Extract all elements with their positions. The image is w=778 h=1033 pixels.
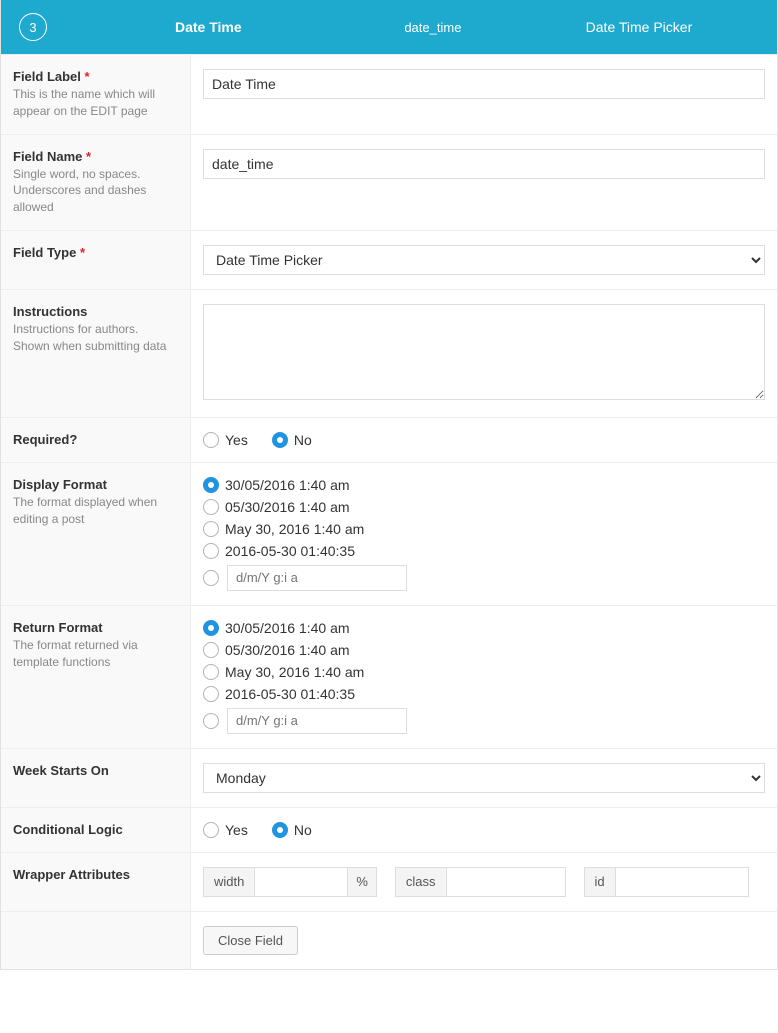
display-format-option-2[interactable]: May 30, 2016 1:40 am [203, 521, 765, 537]
return-format-label-cell: Return Format The format returned via te… [1, 606, 191, 748]
wrapper-id-input[interactable] [615, 867, 749, 897]
return-format-option-label: 30/05/2016 1:40 am [225, 620, 350, 636]
return-format-option-0[interactable]: 30/05/2016 1:40 am [203, 620, 765, 636]
radio-icon [203, 642, 219, 658]
return-format-option-label: 05/30/2016 1:40 am [225, 642, 350, 658]
field-order-number: 3 [19, 13, 47, 41]
radio-icon [203, 686, 219, 702]
return-format-option-2[interactable]: May 30, 2016 1:40 am [203, 664, 765, 680]
wrapper-id-label: id [584, 867, 615, 897]
footer-label-cell [1, 912, 191, 969]
radio-icon [203, 477, 219, 493]
field-label-input[interactable] [203, 69, 765, 99]
wrapper-width-label: width [203, 867, 254, 897]
header-field-label: Date Time [61, 19, 356, 35]
wrapper-attributes-label-cell: Wrapper Attributes [1, 853, 191, 911]
radio-icon [203, 713, 219, 729]
field-name-label-cell: Field Name * Single word, no spaces. Und… [1, 135, 191, 230]
return-format-option-custom[interactable] [203, 708, 765, 734]
display-format-option-label: 05/30/2016 1:40 am [225, 499, 350, 515]
conditional-yes-option[interactable]: Yes [203, 822, 248, 838]
return-format-custom-input[interactable] [227, 708, 407, 734]
header-field-name: date_time [356, 20, 585, 35]
return-format-option-3[interactable]: 2016-05-30 01:40:35 [203, 686, 765, 702]
required-no-label: No [294, 432, 312, 448]
required-no-option[interactable]: No [272, 432, 312, 448]
radio-icon [203, 543, 219, 559]
field-type-label-cell: Field Type * [1, 231, 191, 289]
display-format-option-0[interactable]: 30/05/2016 1:40 am [203, 477, 765, 493]
wrapper-class-input[interactable] [446, 867, 566, 897]
header-field-type: Date Time Picker [586, 19, 767, 35]
return-format-option-label: 2016-05-30 01:40:35 [225, 686, 355, 702]
display-format-custom-input[interactable] [227, 565, 407, 591]
instructions-textarea[interactable] [203, 304, 765, 400]
field-name-input[interactable] [203, 149, 765, 179]
wrapper-class-label: class [395, 867, 446, 897]
radio-icon [272, 822, 288, 838]
radio-icon [203, 620, 219, 636]
display-format-option-label: May 30, 2016 1:40 am [225, 521, 364, 537]
conditional-logic-label-cell: Conditional Logic [1, 808, 191, 852]
radio-icon [203, 822, 219, 838]
display-format-label-cell: Display Format The format displayed when… [1, 463, 191, 605]
display-format-option-custom[interactable] [203, 565, 765, 591]
display-format-option-1[interactable]: 05/30/2016 1:40 am [203, 499, 765, 515]
close-field-button[interactable]: Close Field [203, 926, 298, 955]
required-yes-option[interactable]: Yes [203, 432, 248, 448]
display-format-option-3[interactable]: 2016-05-30 01:40:35 [203, 543, 765, 559]
radio-icon [203, 432, 219, 448]
radio-icon [203, 499, 219, 515]
wrapper-width-input[interactable] [254, 867, 348, 897]
return-format-option-1[interactable]: 05/30/2016 1:40 am [203, 642, 765, 658]
conditional-no-option[interactable]: No [272, 822, 312, 838]
field-type-select[interactable]: Date Time Picker [203, 245, 765, 275]
radio-icon [203, 570, 219, 586]
radio-icon [203, 521, 219, 537]
required-yes-label: Yes [225, 432, 248, 448]
instructions-label-cell: Instructions Instructions for authors. S… [1, 290, 191, 417]
return-format-option-label: May 30, 2016 1:40 am [225, 664, 364, 680]
display-format-option-label: 2016-05-30 01:40:35 [225, 543, 355, 559]
display-format-option-label: 30/05/2016 1:40 am [225, 477, 350, 493]
required-label-cell: Required? [1, 418, 191, 462]
radio-icon [203, 664, 219, 680]
week-starts-label-cell: Week Starts On [1, 749, 191, 807]
week-starts-select[interactable]: Monday [203, 763, 765, 793]
field-label-label-cell: Field Label * This is the name which wil… [1, 55, 191, 134]
wrapper-width-suffix: % [348, 867, 377, 897]
conditional-no-label: No [294, 822, 312, 838]
field-header[interactable]: 3 Date Time date_time Date Time Picker [1, 0, 777, 54]
radio-icon [272, 432, 288, 448]
conditional-yes-label: Yes [225, 822, 248, 838]
